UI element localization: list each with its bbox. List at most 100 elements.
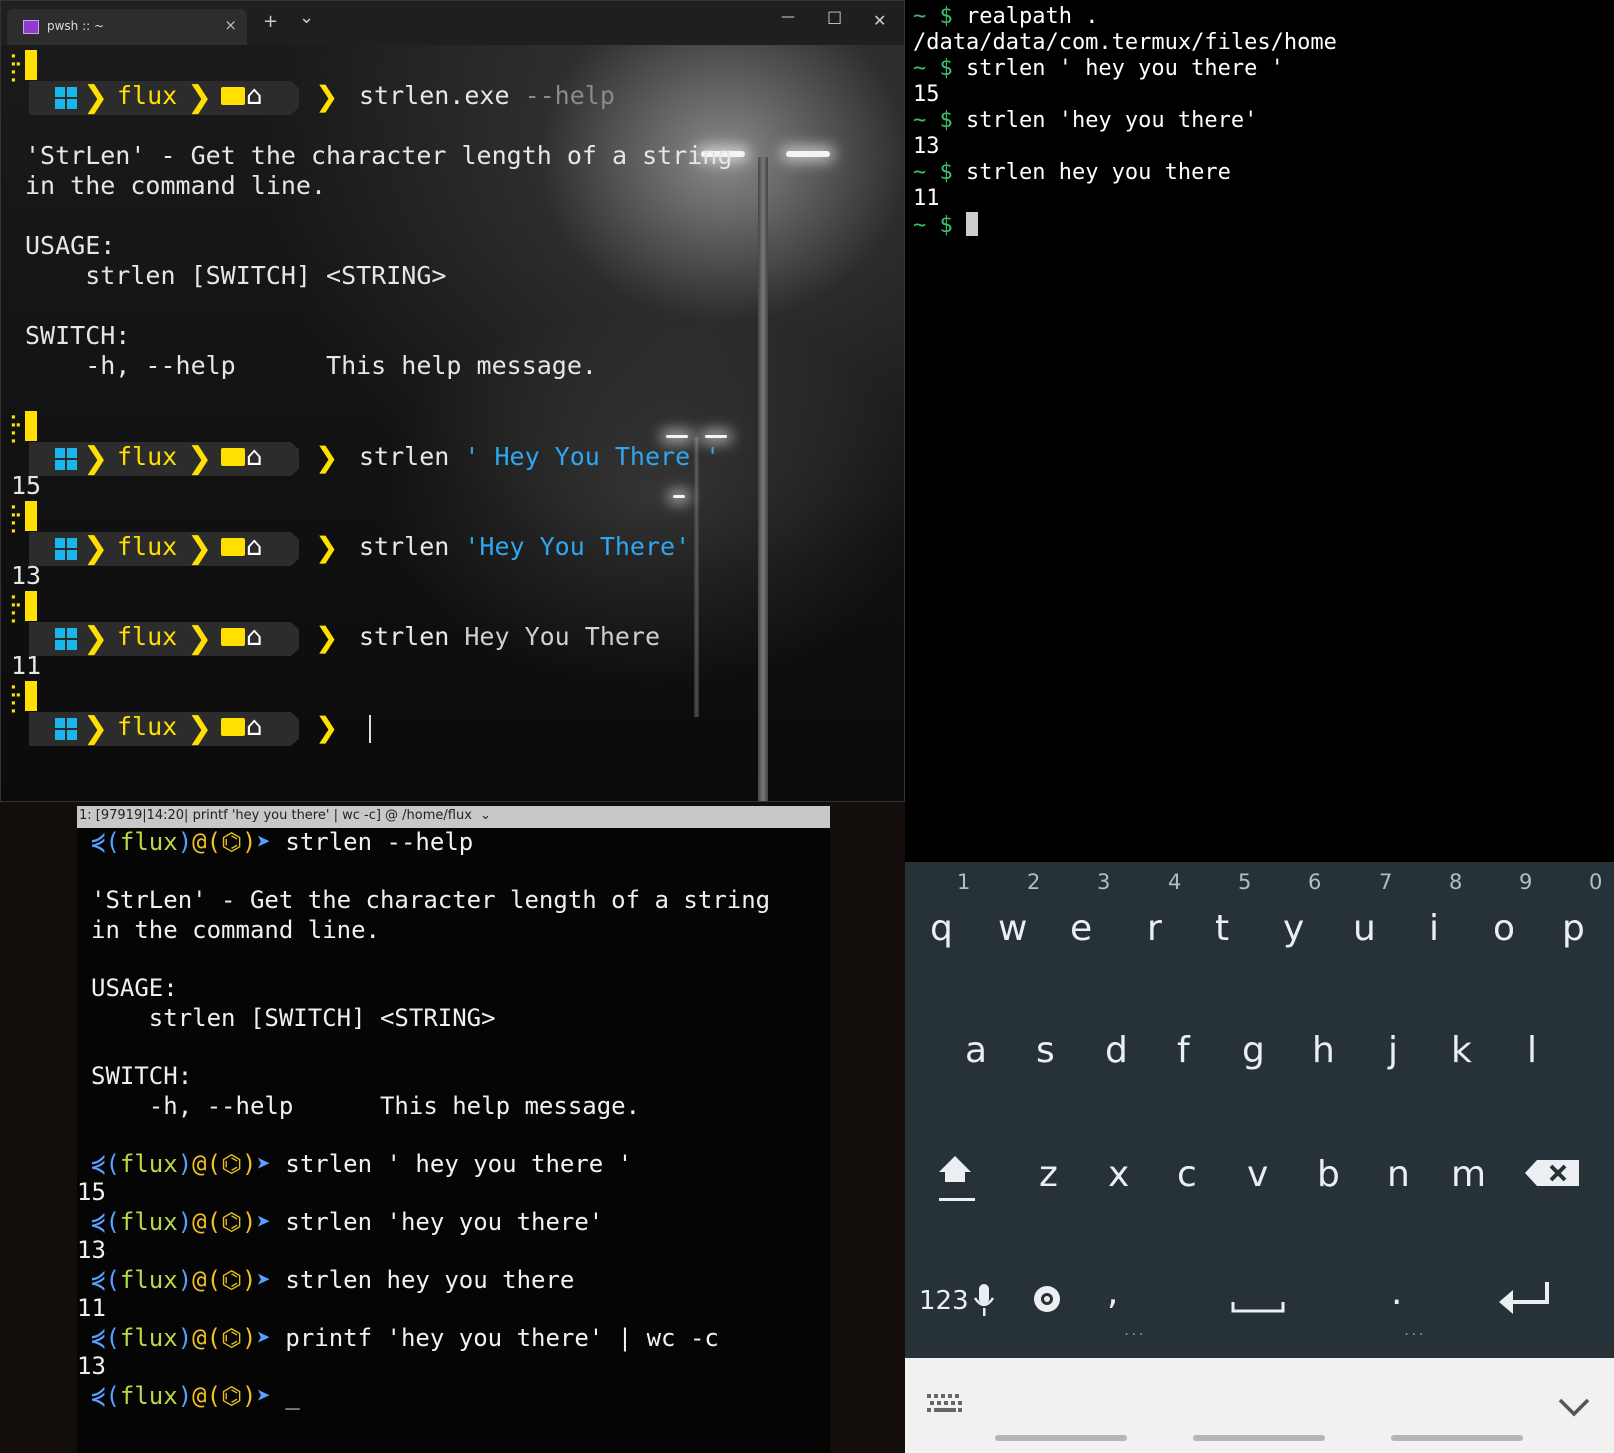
output-line: 15: [77, 1178, 106, 1206]
key-w[interactable]: w: [998, 908, 1027, 949]
tab-dropdown-icon[interactable]: ⌄: [299, 7, 314, 28]
key-r[interactable]: r: [1147, 908, 1162, 949]
key-v[interactable]: v: [1247, 1154, 1268, 1195]
new-tab-button[interactable]: +: [263, 11, 278, 32]
key-m[interactable]: m: [1451, 1154, 1486, 1195]
key-z[interactable]: z: [1039, 1154, 1058, 1195]
key-e[interactable]: e: [1070, 908, 1092, 949]
windows-terminal-window: pwsh :: ~ × + ⌄ — ☐ ✕ ▪ ▪▪ ▪ ▪ ❯ flux ❯ ⌂ ❯…: [0, 0, 905, 802]
bottom-terminal-pane[interactable]: ⋞(flux)@(⌬)➤ strlen --help 'StrLen' - Ge…: [77, 828, 830, 1453]
key-hint: 6: [1308, 870, 1322, 894]
mode-123-key[interactable]: 123: [919, 1286, 969, 1316]
text-cursor: [369, 715, 371, 743]
output-line: 11: [11, 651, 42, 680]
enter-icon[interactable]: [1497, 1278, 1555, 1318]
output-line: 11: [77, 1294, 106, 1322]
key-u[interactable]: u: [1353, 908, 1376, 949]
key-comma[interactable]: ,: [1107, 1272, 1118, 1313]
prompt-line: ⋞(flux)@(⌬)➤ _: [91, 1382, 300, 1410]
key-c[interactable]: c: [1177, 1154, 1197, 1195]
termux-line: ~ $ strlen ' hey you there ': [913, 56, 1284, 81]
prompt-marker: ▪ ▪▪ ▪ ▪: [11, 411, 37, 445]
key-l[interactable]: l: [1527, 1030, 1537, 1071]
backspace-icon[interactable]: [1525, 1158, 1581, 1188]
help-line: SWITCH:: [91, 1062, 193, 1090]
key-h[interactable]: h: [1312, 1030, 1335, 1071]
chevron-right-icon: ❯: [187, 80, 213, 115]
shift-icon[interactable]: [935, 1152, 975, 1202]
tab-pwsh[interactable]: pwsh :: ~ ×: [7, 9, 247, 45]
termux-line: 15: [913, 82, 940, 107]
key-i[interactable]: i: [1429, 908, 1439, 949]
settings-icon[interactable]: [1030, 1282, 1064, 1316]
chevron-down-icon[interactable]: [1557, 1396, 1591, 1418]
prompt-marker: ▪ ▪▪ ▪ ▪: [11, 501, 37, 535]
termux-line: /data/data/com.termux/files/home: [913, 30, 1337, 55]
termux-line: ~ $ realpath .: [913, 4, 1099, 29]
output-line: 13: [11, 561, 42, 590]
help-line: USAGE:: [91, 974, 178, 1002]
lamp-light: [705, 435, 727, 438]
minimize-button[interactable]: —: [781, 9, 795, 25]
maximize-button[interactable]: ☐: [827, 9, 842, 29]
help-line: -h, --help This help message.: [25, 351, 597, 380]
folder-icon: [221, 87, 245, 105]
lamp-light: [673, 495, 685, 498]
key-y[interactable]: y: [1283, 908, 1304, 949]
key-period[interactable]: .: [1391, 1272, 1402, 1313]
key-hint: 0: [1589, 870, 1603, 894]
termux-line: ~ $ strlen 'hey you there': [913, 108, 1258, 133]
key-s[interactable]: s: [1036, 1030, 1055, 1071]
key-k[interactable]: k: [1451, 1030, 1472, 1071]
mic-icon[interactable]: [973, 1282, 995, 1318]
keyboard-grid-icon[interactable]: [927, 1394, 963, 1416]
key-o[interactable]: o: [1493, 908, 1515, 949]
chevron-right-icon: ❯: [187, 441, 213, 476]
key-q[interactable]: q: [930, 908, 953, 949]
lamp-pole: [758, 157, 768, 801]
chevron-right-icon: ❯: [83, 711, 109, 746]
prompt-chevron-icon: ❯: [315, 441, 339, 474]
chevron-right-icon: ❯: [83, 441, 109, 476]
windows-icon: [55, 87, 77, 109]
lamp-light: [666, 435, 688, 438]
space-icon[interactable]: [1231, 1300, 1285, 1314]
help-line: strlen [SWITCH] <STRING>: [91, 1004, 496, 1032]
help-line: -h, --help This help message.: [91, 1092, 641, 1120]
lamp-light: [786, 151, 830, 157]
key-a[interactable]: a: [965, 1030, 987, 1071]
prompt-line: ⋞(flux)@(⌬)➤ printf 'hey you there' | wc…: [91, 1324, 719, 1352]
help-line: SWITCH:: [25, 321, 131, 350]
terminal-pane[interactable]: ▪ ▪▪ ▪ ▪ ❯ flux ❯ ⌂ ❯ strlen.exe --help 'St…: [1, 45, 904, 801]
command-text: strlen ' Hey You There ': [359, 442, 721, 471]
nav-pill: [995, 1435, 1127, 1441]
key-t[interactable]: t: [1215, 908, 1229, 949]
key-f[interactable]: f: [1177, 1030, 1190, 1071]
key-n[interactable]: n: [1387, 1154, 1410, 1195]
termux-line: 13: [913, 134, 940, 159]
termux-line: 11: [913, 186, 940, 211]
home-icon: ⌂: [246, 81, 263, 111]
help-line: in the command line.: [25, 171, 327, 200]
key-d[interactable]: d: [1105, 1030, 1128, 1071]
command-text: strlen Hey You There: [359, 622, 661, 651]
key-g[interactable]: g: [1242, 1030, 1265, 1071]
windows-icon: [55, 538, 77, 560]
key-hint: 1: [957, 870, 971, 894]
home-icon: ⌂: [246, 442, 263, 472]
terminal-title-bar[interactable]: 1: [97919|14:20| printf 'hey you there' …: [77, 806, 830, 828]
chevron-right-icon: ❯: [83, 621, 109, 656]
tab-close-icon[interactable]: ×: [224, 16, 237, 34]
tab-title: pwsh :: ~: [47, 19, 105, 33]
termux-terminal[interactable]: ~ $ realpath . /data/data/com.termux/fil…: [905, 0, 1614, 862]
key-p[interactable]: p: [1562, 908, 1585, 949]
key-b[interactable]: b: [1317, 1154, 1340, 1195]
close-window-button[interactable]: ✕: [873, 11, 886, 30]
windows-icon: [55, 628, 77, 650]
help-line: in the command line.: [91, 916, 380, 944]
chevron-right-icon: ❯: [83, 531, 109, 566]
key-x[interactable]: x: [1108, 1154, 1129, 1195]
termux-line: ~ $ strlen hey you there: [913, 160, 1231, 185]
key-j[interactable]: j: [1388, 1030, 1398, 1071]
chevron-right-icon: ❯: [187, 531, 213, 566]
